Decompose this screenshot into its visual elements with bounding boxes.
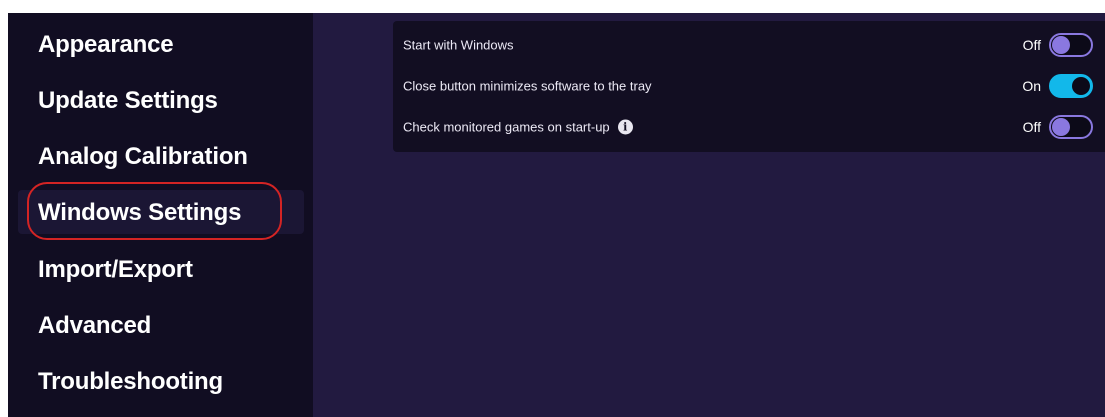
setting-label: Check monitored games on start-up (403, 119, 610, 135)
sidebar-item-analog-calibration[interactable]: Analog Calibration (38, 143, 248, 171)
setting-label: Start with Windows (403, 37, 514, 53)
toggle-state-text: On (1022, 78, 1041, 94)
settings-sidebar: Appearance Update Settings Analog Calibr… (8, 13, 313, 417)
sidebar-item-appearance[interactable]: Appearance (38, 31, 174, 59)
minimize-to-tray-toggle[interactable] (1049, 74, 1093, 98)
sidebar-item-import-export[interactable]: Import/Export (38, 256, 193, 284)
setting-row-check-monitored-games: Check monitored games on start-up i Off (393, 112, 1105, 142)
windows-settings-panel: Start with Windows Off Close button mini… (393, 21, 1105, 152)
setting-label: Close button minimizes software to the t… (403, 78, 652, 94)
setting-row-start-with-windows: Start with Windows Off (393, 30, 1105, 60)
app-window: Appearance Update Settings Analog Calibr… (8, 13, 1105, 417)
toggle-knob (1052, 118, 1070, 136)
check-monitored-games-toggle[interactable] (1049, 115, 1093, 139)
toggle-state-text: Off (1022, 119, 1041, 135)
sidebar-item-update-settings[interactable]: Update Settings (38, 87, 218, 115)
toggle-knob (1052, 36, 1070, 54)
setting-row-minimize-to-tray: Close button minimizes software to the t… (393, 71, 1105, 101)
sidebar-item-troubleshooting[interactable]: Troubleshooting (38, 368, 223, 396)
toggle-state-text: Off (1022, 37, 1041, 53)
sidebar-item-windows-settings[interactable]: Windows Settings (38, 199, 241, 227)
sidebar-item-advanced[interactable]: Advanced (38, 312, 151, 340)
start-with-windows-toggle[interactable] (1049, 33, 1093, 57)
toggle-knob (1072, 77, 1090, 95)
info-icon[interactable]: i (617, 119, 633, 135)
